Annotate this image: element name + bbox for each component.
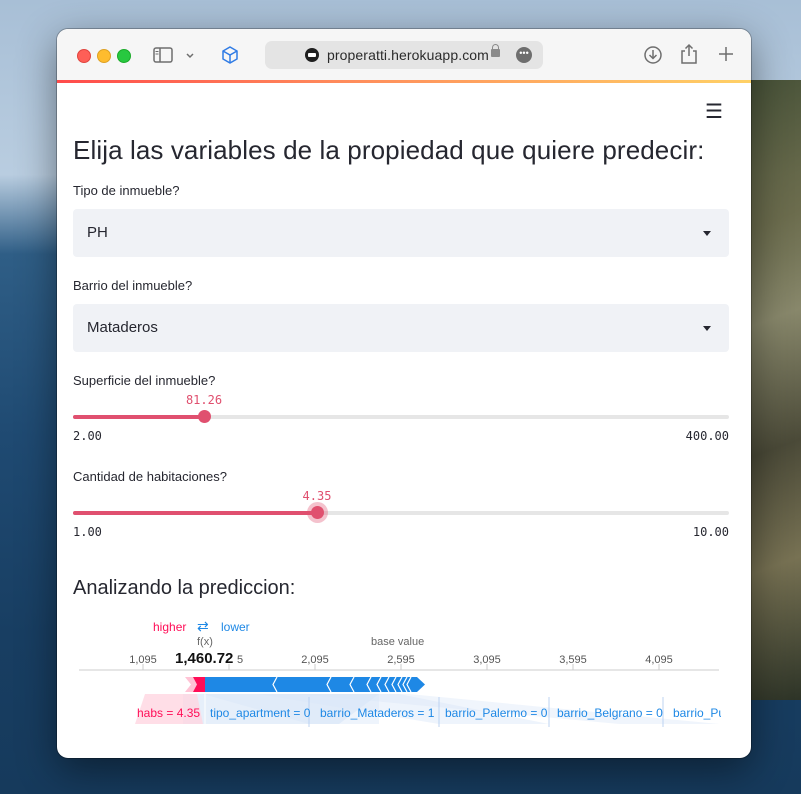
address-bar[interactable]: properatti.herokuapp.com ••• bbox=[265, 41, 543, 69]
app-content: ☰ Elija las variables de la propiedad qu… bbox=[57, 83, 751, 758]
minimize-window-button[interactable] bbox=[97, 49, 111, 63]
cube-icon[interactable] bbox=[220, 45, 240, 69]
habitaciones-slider-value: 4.35 bbox=[302, 489, 332, 503]
axis-tick-label: 5 bbox=[236, 654, 244, 666]
superficie-slider-min: 2.00 bbox=[73, 429, 102, 443]
more-icon[interactable]: ••• bbox=[516, 47, 532, 63]
contribution-label: habs = 4.35 bbox=[137, 706, 201, 720]
axis-tick-label: 2,095 bbox=[301, 654, 329, 666]
contribution-label: barrio_Belgrano = 0 bbox=[557, 706, 663, 720]
analysis-title: Analizando la prediccion: bbox=[73, 577, 296, 599]
habitaciones-slider-max: 10.00 bbox=[692, 525, 729, 539]
chevron-down-icon[interactable] bbox=[185, 49, 195, 65]
axis-tick-label: 1,095 bbox=[129, 654, 157, 666]
axis-tick-label: 2,595 bbox=[387, 654, 415, 666]
axis-tick-label: 3,095 bbox=[473, 654, 501, 666]
superficie-label: Superficie del inmueble? bbox=[73, 373, 216, 388]
contribution-label: tipo_apartment = 0 bbox=[210, 706, 311, 720]
fx-value: 1,460.72 bbox=[175, 650, 234, 667]
barrio-select-value: Mataderos bbox=[87, 319, 158, 336]
higher-legend-label: higher bbox=[153, 620, 187, 634]
axis-tick-label: 4,095 bbox=[645, 654, 673, 666]
shap-force-plot: higher ⇄ lower f(x) base value 1,095 5 2… bbox=[79, 617, 727, 737]
lower-legend-label: lower bbox=[221, 620, 250, 634]
contribution-label: barrio_Mataderos = 1 bbox=[320, 706, 435, 720]
url-text: properatti.herokuapp.com bbox=[327, 47, 489, 63]
new-tab-plus-icon[interactable] bbox=[717, 45, 735, 67]
superficie-slider-thumb[interactable] bbox=[198, 410, 211, 423]
superficie-slider-max: 400.00 bbox=[685, 429, 729, 443]
habitaciones-slider-fill bbox=[73, 511, 317, 515]
browser-titlebar: properatti.herokuapp.com ••• bbox=[57, 29, 751, 81]
superficie-slider[interactable]: 81.26 2.00 400.00 bbox=[73, 393, 729, 443]
fx-label: f(x) bbox=[197, 636, 213, 648]
habitaciones-slider-min: 1.00 bbox=[73, 525, 102, 539]
hamburger-menu-icon[interactable]: ☰ bbox=[705, 99, 723, 124]
superficie-slider-fill bbox=[73, 415, 204, 419]
browser-window: properatti.herokuapp.com ••• ☰ Elija las… bbox=[57, 29, 751, 758]
page-title: Elija las variables de la propiedad que … bbox=[73, 135, 705, 165]
caret-down-icon bbox=[703, 231, 711, 236]
contribution-label: barrio_Pu bbox=[673, 706, 721, 720]
axis-tick-label: 3,595 bbox=[559, 654, 587, 666]
site-favicon-icon bbox=[305, 48, 319, 62]
swap-arrows-icon: ⇄ bbox=[197, 618, 209, 634]
maximize-window-button[interactable] bbox=[117, 49, 131, 63]
sidebar-icon[interactable] bbox=[153, 47, 173, 67]
share-icon[interactable] bbox=[679, 43, 699, 69]
close-window-button[interactable] bbox=[77, 49, 91, 63]
habitaciones-slider-thumb[interactable] bbox=[311, 506, 324, 519]
superficie-slider-value: 81.26 bbox=[185, 393, 223, 407]
barrio-label: Barrio del inmueble? bbox=[73, 278, 193, 293]
caret-down-icon bbox=[703, 326, 711, 331]
base-value-label: base value bbox=[371, 636, 425, 648]
tipo-label: Tipo de inmueble? bbox=[73, 183, 180, 198]
barrio-select[interactable]: Mataderos bbox=[73, 304, 729, 352]
tipo-select-value: PH bbox=[87, 224, 108, 241]
tipo-select[interactable]: PH bbox=[73, 209, 729, 257]
lock-icon bbox=[491, 44, 500, 57]
habitaciones-label: Cantidad de habitaciones? bbox=[73, 469, 227, 484]
contribution-label: barrio_Palermo = 0 bbox=[445, 706, 548, 720]
download-icon[interactable] bbox=[643, 45, 663, 69]
habitaciones-slider[interactable]: 4.35 1.00 10.00 bbox=[73, 489, 729, 539]
